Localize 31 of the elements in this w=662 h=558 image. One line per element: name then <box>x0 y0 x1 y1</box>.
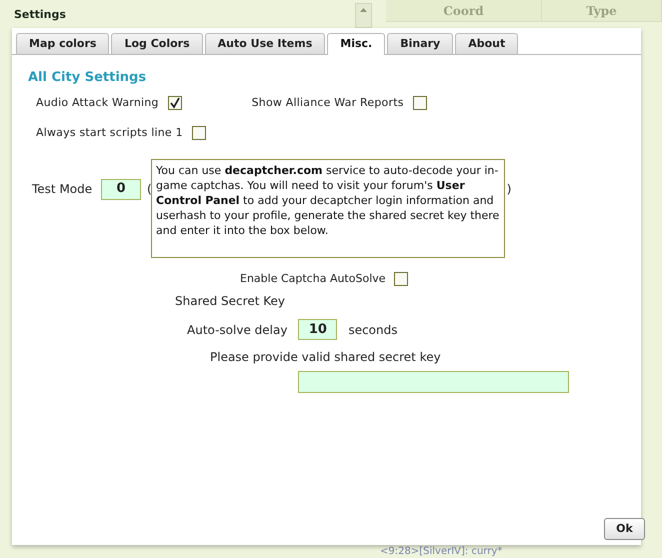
option-label: Enable Captcha AutoSolve <box>240 270 386 286</box>
field-label: Auto-solve delay <box>187 322 288 338</box>
tab[interactable]: About <box>455 33 518 54</box>
field-label: Shared Secret Key <box>175 293 285 310</box>
bracket-text: ) <box>506 181 512 198</box>
tab[interactable]: Binary <box>387 33 454 54</box>
bracket-text: ( <box>147 181 152 198</box>
scrollbar[interactable] <box>355 3 372 28</box>
tab[interactable]: Map colors <box>16 33 110 54</box>
tab[interactable]: Misc. <box>327 33 386 55</box>
input-field[interactable]: 0 <box>101 178 141 200</box>
ok-button[interactable]: Ok <box>604 518 645 540</box>
window-title: Settings <box>14 7 66 23</box>
unit-label: seconds <box>348 322 398 338</box>
checkbox[interactable] <box>168 96 182 110</box>
option-label: Show Alliance War Reports <box>252 94 404 110</box>
section-heading: All City Settings <box>28 69 146 87</box>
option-label: Audio Attack Warning <box>36 94 159 110</box>
checkbox[interactable] <box>394 272 408 286</box>
chat-message: <9:28>[SilverIV]: curry* <box>380 546 502 557</box>
checkbox[interactable] <box>192 126 206 140</box>
scroll-up-icon[interactable] <box>360 8 367 12</box>
tab[interactable]: Auto Use Items <box>204 33 326 54</box>
hint-text: Please provide valid shared secret key <box>210 349 441 366</box>
tab[interactable]: Log Colors <box>111 33 203 54</box>
input-field[interactable]: 10 <box>298 319 338 340</box>
field-label: Test Mode <box>32 181 94 198</box>
secret-key-field[interactable] <box>298 371 569 393</box>
option-label: Always start scripts line 1 <box>36 125 183 141</box>
checkbox[interactable] <box>412 96 427 110</box>
tooltip: You can use decaptcher.com service to auto-decode your in-game captchas. You will need to visit your forum's User Control Panel to add your decaptcher login information and userhash to your profile, generate the shared secret key there and enter it into the box below. <box>151 158 505 258</box>
